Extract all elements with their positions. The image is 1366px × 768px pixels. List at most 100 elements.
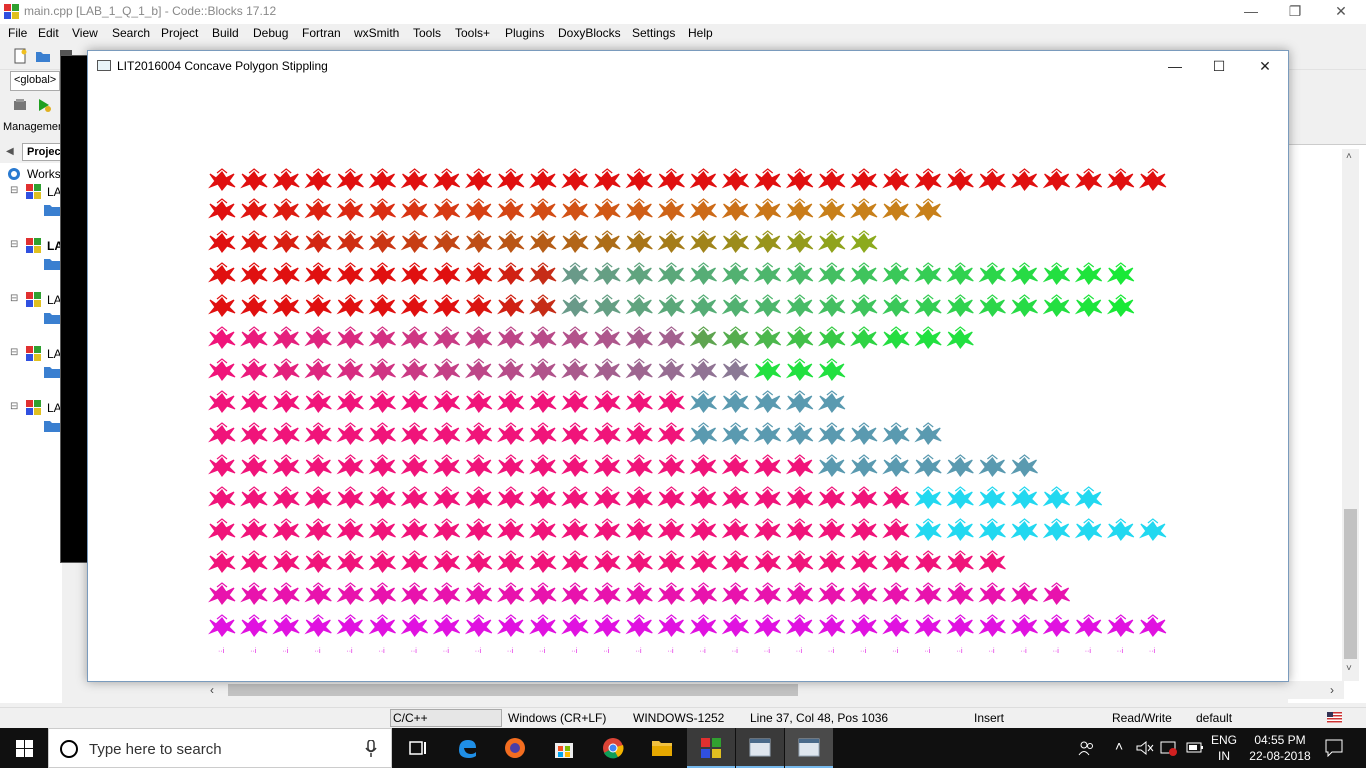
folder-icon	[44, 367, 60, 378]
stipple-cell	[273, 198, 300, 221]
tree-item-workspace[interactable]: Works	[0, 165, 62, 183]
expand-icon[interactable]: ⊟	[10, 185, 18, 196]
menu-project[interactable]: Project	[161, 26, 198, 40]
editor-horizontal-scrollbar[interactable]	[208, 681, 1344, 699]
input-language[interactable]: ENG	[1208, 733, 1240, 747]
taskbar-app-codeblocks[interactable]	[687, 728, 735, 768]
build-icon[interactable]	[12, 97, 28, 113]
taskbar-app-store[interactable]	[540, 728, 588, 768]
tree-item-project[interactable]: ⊟ LA	[0, 237, 63, 255]
expand-icon[interactable]: ⊟	[10, 239, 18, 250]
minimize-button[interactable]: —	[1228, 0, 1274, 24]
menu-search[interactable]: Search	[112, 26, 150, 40]
stipple-cell	[915, 168, 942, 191]
tree-item-folder[interactable]	[0, 309, 62, 327]
stipple-cell	[369, 454, 397, 477]
taskbar-app-file-explorer[interactable]	[638, 728, 686, 768]
editor-vertical-scrollbar[interactable]: ˄ ˅	[1342, 149, 1359, 681]
menu-edit[interactable]: Edit	[38, 26, 59, 40]
scrollbar-thumb[interactable]	[1344, 509, 1357, 659]
close-button[interactable]: ✕	[1318, 0, 1364, 24]
stipple-cell	[466, 518, 493, 541]
stipple-cell	[305, 262, 332, 285]
input-region[interactable]: IN	[1208, 749, 1240, 763]
expand-icon[interactable]: ⊟	[10, 401, 18, 412]
tree-item-project[interactable]: ⊟ LA	[0, 291, 62, 309]
tab-scroll-left-icon[interactable]: ◀	[6, 146, 14, 157]
minimize-button[interactable]: —	[1152, 53, 1198, 79]
opengl-titlebar[interactable]: LIT2016004 Concave Polygon Stippling — ☐…	[88, 51, 1288, 81]
stipple-cell	[787, 168, 814, 191]
stipple-cell	[979, 486, 1007, 509]
tree-item-project[interactable]: ⊟ LA	[0, 399, 62, 417]
taskbar-app-console[interactable]	[736, 728, 784, 768]
menu-tools-plus[interactable]: Tools+	[455, 26, 490, 40]
menu-settings[interactable]: Settings	[632, 26, 675, 40]
start-button[interactable]	[0, 728, 48, 768]
stipple-cell	[947, 168, 974, 191]
taskbar-app-edge[interactable]	[443, 728, 491, 768]
expand-icon[interactable]: ⊟	[10, 293, 18, 304]
taskbar-app-firefox[interactable]	[491, 728, 539, 768]
task-view-button[interactable]	[394, 728, 442, 768]
tree-item-folder[interactable]	[0, 255, 62, 273]
menu-help[interactable]: Help	[688, 26, 713, 40]
taskbar-search-box[interactable]: Type here to search	[48, 728, 392, 768]
people-icon[interactable]	[1078, 740, 1096, 756]
tree-item-folder[interactable]	[0, 201, 62, 219]
volume-muted-icon[interactable]	[1136, 741, 1154, 755]
scope-dropdown[interactable]: <global>	[10, 71, 60, 91]
tree-item-project[interactable]: ⊟ LA	[0, 345, 62, 363]
menu-view[interactable]: View	[72, 26, 98, 40]
menu-wxsmith[interactable]: wxSmith	[354, 26, 399, 40]
taskbar-app-opengl-window[interactable]	[785, 728, 833, 768]
clock-date[interactable]: 22-08-2018	[1246, 749, 1314, 763]
scrollbar-thumb[interactable]	[228, 684, 798, 696]
taskbar-app-chrome[interactable]	[589, 728, 637, 768]
stipple-cell	[241, 262, 268, 285]
scroll-down-icon[interactable]: ˅	[1346, 663, 1352, 674]
clock-time[interactable]: 04:55 PM	[1246, 733, 1314, 747]
menu-debug[interactable]: Debug	[253, 26, 288, 40]
stipple-cell	[562, 230, 589, 253]
stipple-cell	[626, 422, 653, 445]
stipple-cell	[530, 518, 557, 541]
tree-item-project[interactable]: ⊟ LA	[0, 183, 62, 201]
stipple-cell	[658, 358, 686, 381]
expand-icon[interactable]: ⊟	[10, 347, 18, 358]
maximize-button[interactable]: ☐	[1196, 53, 1242, 79]
stipple-cell	[755, 358, 782, 381]
menu-tools[interactable]: Tools	[413, 26, 441, 40]
tree-item-folder[interactable]	[0, 417, 62, 435]
menu-plugins[interactable]: Plugins	[505, 26, 544, 40]
tree-item-folder[interactable]	[0, 363, 62, 381]
new-file-icon[interactable]	[12, 48, 28, 64]
stipple-cell	[530, 454, 557, 477]
action-center-icon[interactable]	[1325, 739, 1343, 757]
opengl-window[interactable]: LIT2016004 Concave Polygon Stippling — ☐…	[87, 50, 1289, 682]
menu-doxyblocks[interactable]: DoxyBlocks	[558, 26, 621, 40]
open-folder-icon[interactable]	[35, 48, 51, 64]
stipple-cell	[1043, 262, 1071, 285]
scroll-up-icon[interactable]: ˄	[1346, 151, 1352, 162]
restore-button[interactable]: ❐	[1272, 0, 1318, 24]
stipple-cell	[305, 486, 332, 509]
console-window[interactable]	[60, 55, 90, 563]
scroll-right-icon[interactable]: ›	[1330, 683, 1334, 697]
menu-file[interactable]: File	[8, 26, 27, 40]
stipple-cell	[690, 294, 718, 317]
stipple-cell	[722, 358, 750, 381]
stipple-cell	[434, 326, 461, 349]
battery-icon[interactable]	[1186, 742, 1204, 753]
stipple-cell	[594, 262, 621, 285]
scroll-left-icon[interactable]: ‹	[210, 683, 214, 697]
tab-projects[interactable]: Projec	[22, 143, 62, 161]
stipple-cell	[530, 422, 557, 445]
close-button[interactable]: ✕	[1242, 53, 1288, 79]
run-icon[interactable]	[36, 97, 52, 113]
network-icon[interactable]	[1160, 740, 1178, 756]
menu-fortran[interactable]: Fortran	[302, 26, 341, 40]
show-hidden-icons-icon[interactable]: ˄	[1115, 738, 1123, 754]
microphone-icon[interactable]	[365, 740, 377, 758]
menu-build[interactable]: Build	[212, 26, 239, 40]
